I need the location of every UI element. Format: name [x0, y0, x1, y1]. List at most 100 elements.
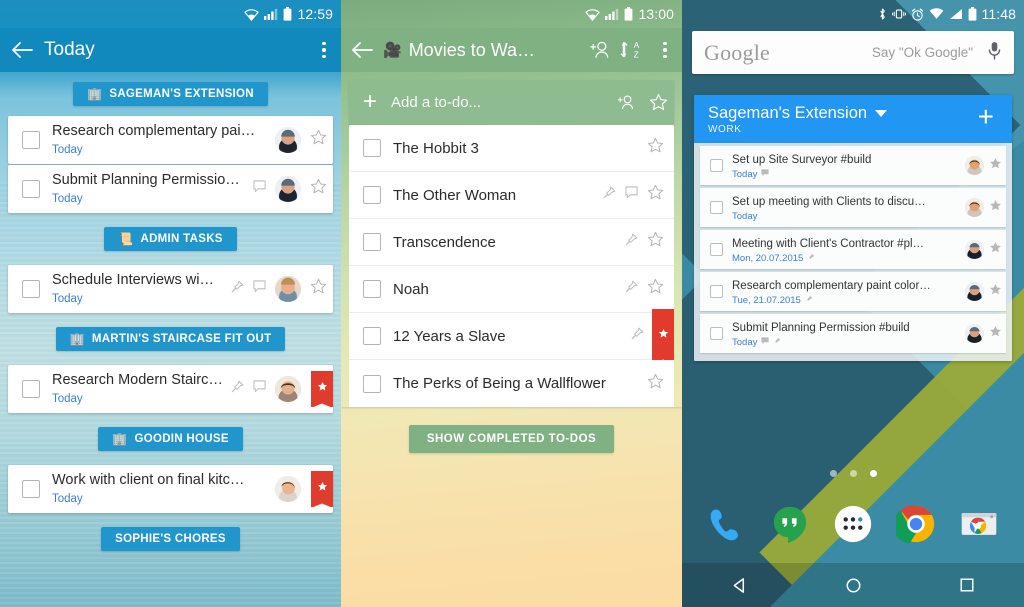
nav-recents-icon[interactable]: [944, 563, 990, 607]
todo-checkbox[interactable]: [363, 233, 381, 251]
task-checkbox[interactable]: [22, 380, 40, 398]
task-date: Mon, 20.07.2015: [732, 253, 804, 264]
starred-flag[interactable]: [652, 309, 674, 363]
camera-icon[interactable]: [957, 502, 1001, 546]
hangouts-icon[interactable]: [768, 502, 812, 546]
task-checkbox[interactable]: [22, 131, 40, 149]
note-icon: 📜: [118, 232, 134, 246]
phone-icon[interactable]: [705, 502, 749, 546]
todo-row[interactable]: The Other Woman: [349, 172, 674, 219]
add-todo-bar[interactable]: + Add a to-do...: [349, 80, 674, 124]
sort-az-icon[interactable]: AZ: [616, 40, 648, 60]
overflow-menu-icon[interactable]: [307, 41, 341, 59]
page-dot-active[interactable]: [869, 470, 877, 477]
avatar: [965, 282, 984, 301]
todo-checkbox[interactable]: [363, 280, 381, 298]
chevron-down-icon[interactable]: [875, 109, 888, 117]
widget-task-row[interactable]: Research complementary paint color… Tue,…: [700, 272, 1006, 311]
back-arrow-icon[interactable]: [0, 41, 44, 59]
task-checkbox[interactable]: [710, 285, 723, 298]
task-checkbox[interactable]: [22, 480, 40, 498]
todo-title: The Hobbit 3: [393, 139, 479, 157]
todo-checkbox[interactable]: [363, 139, 381, 157]
add-person-icon[interactable]: [584, 40, 616, 60]
page-dot[interactable]: [849, 470, 857, 477]
signal-icon: [264, 9, 278, 20]
widget-task-row[interactable]: Meeting with Client's Contractor #pl… Mo…: [700, 230, 1006, 269]
avatar: [275, 476, 301, 502]
task-checkbox[interactable]: [710, 243, 723, 256]
todo-row[interactable]: The Perks of Being a Wallflower: [349, 360, 674, 407]
nav-home-icon[interactable]: [830, 563, 876, 607]
google-search-bar[interactable]: Google Say "Ok Google": [692, 31, 1014, 74]
microphone-icon[interactable]: [987, 41, 1002, 65]
task-title: Set up meeting with Clients to discu…: [732, 196, 926, 208]
starred-flag[interactable]: [311, 471, 333, 507]
chrome-icon[interactable]: [894, 502, 938, 546]
overflow-menu-icon[interactable]: [648, 41, 682, 59]
vibrate-icon: [891, 9, 906, 19]
list-chip-sophies-chores[interactable]: SOPHIE'S CHORES: [101, 527, 240, 551]
back-arrow-icon[interactable]: [341, 41, 383, 59]
nav-back-icon[interactable]: [716, 563, 762, 607]
task-checkbox[interactable]: [710, 327, 723, 340]
panel-today: 12:59 Today 🏢 SAGEMAN'S EXTENSION Resear…: [0, 0, 341, 607]
star-icon[interactable]: [984, 283, 1006, 301]
list-chip-label: GOODIN HOUSE: [134, 433, 229, 445]
task-row[interactable]: Work with client on final kitc… Today: [8, 465, 333, 513]
star-icon[interactable]: [984, 325, 1006, 343]
task-row[interactable]: Research Modern Stairc… Today: [8, 365, 333, 413]
star-icon[interactable]: [984, 199, 1006, 217]
app-drawer-icon[interactable]: [831, 502, 875, 546]
battery-icon: [968, 7, 976, 21]
star-outline-icon[interactable]: [647, 278, 664, 300]
todo-checkbox[interactable]: [363, 374, 381, 393]
star-icon[interactable]: [984, 157, 1006, 175]
todo-row[interactable]: The Hobbit 3: [349, 125, 674, 172]
todo-checkbox[interactable]: [363, 186, 381, 204]
signal-icon: [949, 9, 962, 19]
add-todo-input[interactable]: Add a to-do...: [391, 94, 610, 111]
star-outline-icon[interactable]: [647, 231, 664, 253]
star-outline-icon[interactable]: [647, 137, 664, 159]
list-chip-sagemans-extension[interactable]: 🏢 SAGEMAN'S EXTENSION: [73, 82, 268, 106]
building-icon: 🏢: [87, 87, 103, 101]
task-row[interactable]: Research complementary pai… Today: [8, 116, 333, 164]
task-checkbox[interactable]: [710, 201, 723, 214]
star-outline-icon[interactable]: [310, 278, 327, 300]
star-outline-icon[interactable]: [647, 184, 664, 206]
pin-icon: [631, 327, 644, 345]
todo-checkbox[interactable]: [363, 327, 381, 345]
widget-task-row[interactable]: Set up Site Surveyor #build Today: [700, 146, 1006, 185]
list-chip-label: SAGEMAN'S EXTENSION: [109, 88, 254, 100]
page-dot[interactable]: [829, 470, 837, 477]
starred-flag[interactable]: [311, 371, 333, 407]
task-checkbox[interactable]: [710, 159, 723, 172]
list-chip-martins-staircase-fit-out[interactable]: 🏢 MARTIN'S STAIRCASE FIT OUT: [55, 327, 286, 351]
building-icon: 🏢: [69, 332, 85, 346]
add-person-icon[interactable]: [610, 94, 642, 111]
list-chip-goodin-house[interactable]: 🏢 GOODIN HOUSE: [98, 427, 243, 451]
show-completed-todos-button[interactable]: SHOW COMPLETED TO-DOS: [408, 425, 615, 453]
task-checkbox[interactable]: [22, 180, 40, 198]
task-title: Meeting with Client's Contractor #pl…: [732, 238, 925, 250]
task-row[interactable]: Submit Planning Permissio… Today: [8, 165, 333, 213]
star-outline-icon[interactable]: [310, 178, 327, 200]
star-icon[interactable]: [984, 241, 1006, 259]
star-outline-icon[interactable]: [310, 129, 327, 151]
widget-task-row[interactable]: Submit Planning Permission #build Today: [700, 314, 1006, 353]
todo-row[interactable]: Transcendence: [349, 219, 674, 266]
task-checkbox[interactable]: [22, 280, 40, 298]
add-task-button[interactable]: +: [978, 103, 1002, 135]
widget-task-row[interactable]: Set up meeting with Clients to discu… To…: [700, 188, 1006, 227]
todo-widget: Sageman's Extension WORK + Set up Site S…: [694, 95, 1012, 361]
widget-header[interactable]: Sageman's Extension WORK +: [694, 95, 1012, 143]
star-outline-icon[interactable]: [647, 373, 664, 395]
star-outline-icon[interactable]: [642, 93, 674, 112]
todo-row[interactable]: 12 Years a Slave: [349, 309, 674, 363]
list-chip-admin-tasks[interactable]: 📜 ADMIN TASKS: [104, 227, 237, 251]
todo-row[interactable]: Noah: [349, 266, 674, 313]
wifi-icon: [585, 8, 601, 21]
task-row[interactable]: Schedule Interviews wi… Today: [8, 265, 333, 313]
building-icon: 🏢: [112, 432, 128, 446]
